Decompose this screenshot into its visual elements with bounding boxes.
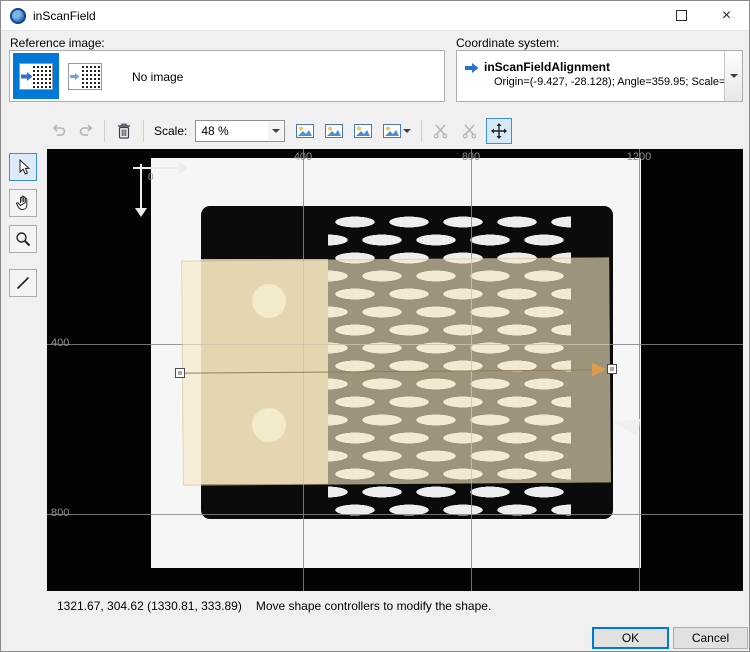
clip-tool-button-2[interactable] [457, 118, 483, 144]
scan-artifact [612, 415, 640, 436]
status-message: Move shape controllers to modify the sha… [256, 599, 491, 613]
toolbar-separator [421, 120, 422, 142]
alignment-arrow-icon [465, 62, 479, 74]
ruler-label-x: 800 [454, 151, 488, 163]
image-options-button[interactable] [379, 118, 415, 144]
reference-image-list: No image [9, 50, 445, 102]
tool-palette [9, 153, 37, 297]
pan-tool-button[interactable] [9, 189, 37, 217]
reference-image-label: Reference image: [10, 36, 105, 50]
toolbar-separator [104, 120, 105, 142]
scale-input[interactable] [201, 122, 267, 140]
scale-dropdown-button[interactable] [268, 122, 283, 140]
maximize-icon [676, 10, 687, 21]
trash-icon [117, 123, 131, 139]
halftone-pattern [32, 65, 51, 88]
coordinate-system-label: Coordinate system: [456, 36, 559, 50]
reference-item-no-image[interactable]: No image [132, 70, 183, 84]
select-tool-button[interactable] [9, 153, 37, 181]
close-icon: × [722, 8, 731, 24]
undo-icon [51, 123, 67, 139]
delete-shape-button[interactable] [111, 118, 137, 144]
redo-icon [78, 123, 94, 139]
reference-thumbnail-1 [19, 63, 53, 90]
move-icon [491, 123, 507, 139]
titlebar: inScanField × [1, 1, 749, 31]
halftone-pattern [81, 65, 100, 88]
axis-y-arrow-icon [140, 164, 142, 208]
ruler-label-y: 800 [51, 507, 69, 519]
shape-handle-right[interactable] [607, 364, 617, 374]
ruler-label-x: 400 [286, 151, 320, 163]
window-title: inScanField [33, 9, 96, 23]
move-shape-button[interactable] [486, 118, 512, 144]
reference-thumbnail-2 [68, 63, 102, 90]
toolbar-separator [143, 120, 144, 142]
chevron-down-icon [272, 129, 280, 133]
shape-axis-arrow-icon [592, 362, 606, 376]
cursor-arrow-icon [14, 158, 32, 176]
image-icon [354, 124, 372, 138]
clip-tool-button-1[interactable] [428, 118, 454, 144]
ruler-label-x: 1200 [622, 151, 656, 163]
zoom-fit-button[interactable] [292, 118, 318, 144]
shape-handle-left[interactable] [175, 368, 185, 378]
image-canvas[interactable]: 400 800 1200 400 800 0 [47, 149, 743, 591]
undo-button[interactable] [47, 118, 71, 144]
image-icon [296, 124, 314, 138]
axis-y-arrowhead-icon [135, 208, 147, 217]
toolbar: Scale: [47, 114, 741, 147]
gridline-horizontal [47, 514, 743, 515]
zoom-tool-button[interactable] [9, 225, 37, 253]
arrow-right-icon [70, 72, 80, 81]
scissors-icon [462, 123, 478, 139]
coordinate-system-combobox[interactable]: inScanFieldAlignment Origin=(-9.427, -28… [456, 50, 743, 102]
ok-button[interactable]: OK [592, 627, 669, 649]
maximize-button[interactable] [659, 1, 704, 30]
scissors-icon [433, 123, 449, 139]
scan-field-shape[interactable] [181, 257, 611, 485]
magnifier-icon [14, 230, 32, 248]
coordinate-dropdown-button[interactable] [724, 51, 742, 101]
cancel-button[interactable]: Cancel [673, 627, 748, 649]
image-icon [383, 124, 401, 138]
inscanfield-dialog: inScanField × Reference image: Coordinat… [0, 0, 750, 652]
reference-item-2[interactable] [62, 53, 108, 99]
cursor-coordinates: 1321.67, 304.62 (1330.81, 333.89) [57, 599, 242, 613]
window-controls: × [659, 1, 749, 30]
axis-x-arrowhead-icon [179, 162, 188, 174]
coordinate-system-details: Origin=(-9.427, -28.128); Angle=359.95; … [494, 76, 732, 88]
chevron-down-icon [730, 74, 738, 78]
image-icon [325, 124, 343, 138]
scale-combobox [195, 120, 285, 142]
scale-label: Scale: [154, 124, 187, 138]
close-button[interactable]: × [704, 1, 749, 30]
ruler-label-y: 400 [51, 337, 69, 349]
shape-axis-line [183, 369, 609, 373]
reference-item-selected[interactable] [13, 53, 59, 99]
status-bar: 1321.67, 304.62 (1330.81, 333.89) Move sh… [57, 599, 491, 613]
line-icon [14, 274, 32, 292]
redo-button[interactable] [74, 118, 98, 144]
line-tool-button[interactable] [9, 269, 37, 297]
zoom-original-button[interactable] [321, 118, 347, 144]
coordinate-system-name: inScanFieldAlignment [484, 60, 610, 74]
hand-icon [14, 194, 32, 212]
zoom-selection-button[interactable] [350, 118, 376, 144]
chevron-down-icon [403, 129, 411, 133]
app-icon [10, 8, 26, 24]
gridline-vertical [639, 149, 640, 591]
origin-label: 0 [148, 172, 154, 183]
